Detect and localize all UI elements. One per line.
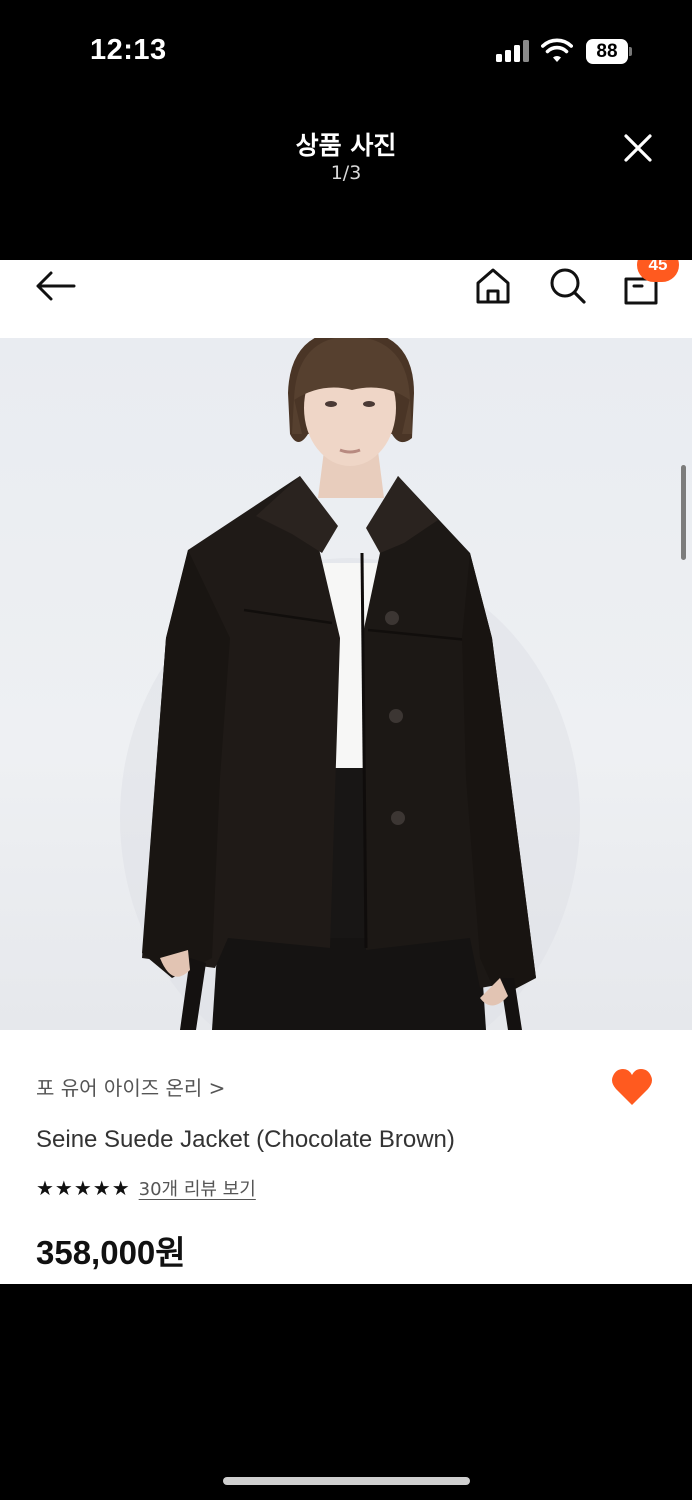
- viewer-title: 상품 사진: [295, 131, 397, 160]
- product-info: 포 유어 아이즈 온리 > Seine Suede Jacket (Chocol…: [0, 1030, 692, 1284]
- search-icon[interactable]: [548, 266, 588, 306]
- battery-level: 88: [586, 39, 628, 64]
- brand-link[interactable]: 포 유어 아이즈 온리 >: [36, 1072, 225, 1101]
- product-image[interactable]: [0, 338, 692, 1030]
- close-icon[interactable]: [618, 128, 658, 168]
- cellular-signal-icon: [496, 40, 530, 62]
- photo-counter: 1/3: [330, 162, 362, 184]
- product-price: 358,000원: [36, 1234, 186, 1271]
- rating-stars: ★★★★★: [36, 1176, 131, 1200]
- photo-viewer-header: 상품 사진 1/3: [0, 110, 692, 200]
- wifi-icon: [541, 38, 573, 62]
- scroll-indicator[interactable]: [681, 465, 686, 560]
- rating-row: ★★★★★ 30개 리뷰 보기: [36, 1175, 256, 1201]
- battery-cap: [629, 47, 632, 56]
- model-photo: [120, 338, 580, 1030]
- heart-icon[interactable]: [610, 1067, 654, 1107]
- product-photo: 45 포 유어 아이즈 온리 > Seine Suede Jacket (Cho…: [0, 260, 692, 1284]
- home-indicator[interactable]: [223, 1477, 470, 1485]
- status-bar: 12:13 88: [0, 0, 692, 100]
- cart-count-badge: 45: [637, 260, 679, 282]
- status-time: 12:13: [90, 34, 167, 66]
- battery-indicator: 88: [586, 39, 632, 64]
- review-link[interactable]: 30개 리뷰 보기: [139, 1175, 256, 1201]
- back-arrow-icon[interactable]: [34, 268, 78, 304]
- home-icon[interactable]: [474, 266, 512, 306]
- app-navigation-bar: 45: [0, 260, 692, 338]
- product-name: Seine Suede Jacket (Chocolate Brown): [36, 1126, 455, 1153]
